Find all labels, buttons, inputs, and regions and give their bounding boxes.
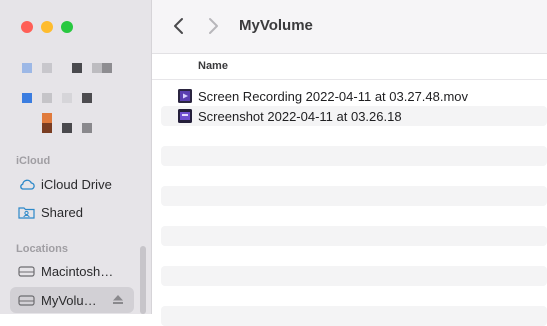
empty-row: [161, 186, 547, 206]
sidebar-item-macintosh-hd[interactable]: Macintosh…: [10, 258, 134, 284]
sidebar-item-label: Macintosh…: [41, 263, 114, 279]
sidebar: iCloud iCloud Drive Shared Locations Mac…: [0, 0, 152, 314]
file-name: Screen Recording 2022-04-11 at 03.27.48.…: [198, 88, 469, 104]
drive-icon: [17, 263, 35, 279]
drive-icon: [17, 292, 35, 308]
video-file-icon: [178, 89, 192, 103]
file-row[interactable]: Screenshot 2022-04-11 at 03.26.18: [161, 106, 547, 126]
sidebar-item-label: iCloud Drive: [41, 176, 112, 192]
sidebar-item-label: MyVolu…: [41, 292, 97, 308]
minimize-window-button[interactable]: [41, 21, 53, 33]
sidebar-scrollbar[interactable]: [140, 246, 146, 314]
zoom-window-button[interactable]: [61, 21, 73, 33]
toolbar: MyVolume: [152, 0, 547, 54]
sidebar-item-myvolume[interactable]: MyVolu…: [10, 287, 134, 313]
empty-row: [161, 306, 547, 326]
section-title-locations: Locations: [16, 243, 68, 255]
empty-row: [161, 146, 547, 166]
file-name: Screenshot 2022-04-11 at 03.26.18: [198, 108, 402, 124]
forward-button[interactable]: [207, 16, 219, 41]
window-title: MyVolume: [239, 17, 313, 34]
eject-icon[interactable]: [112, 293, 124, 308]
sidebar-item-shared[interactable]: Shared: [10, 199, 134, 225]
close-window-button[interactable]: [21, 21, 33, 33]
image-file-icon: [178, 109, 192, 123]
column-header-name[interactable]: Name: [198, 60, 228, 72]
back-button[interactable]: [173, 16, 185, 41]
sidebar-item-icloud-drive[interactable]: iCloud Drive: [10, 171, 134, 197]
window-controls: [21, 21, 73, 33]
empty-row: [161, 226, 547, 246]
sidebar-item-label: Shared: [41, 204, 83, 220]
empty-row: [161, 266, 547, 286]
section-title-icloud: iCloud: [16, 155, 51, 167]
cloud-icon: [17, 176, 35, 192]
file-row[interactable]: Screen Recording 2022-04-11 at 03.27.48.…: [161, 86, 547, 106]
shared-folder-icon: [17, 204, 35, 220]
header-divider: [152, 79, 547, 80]
